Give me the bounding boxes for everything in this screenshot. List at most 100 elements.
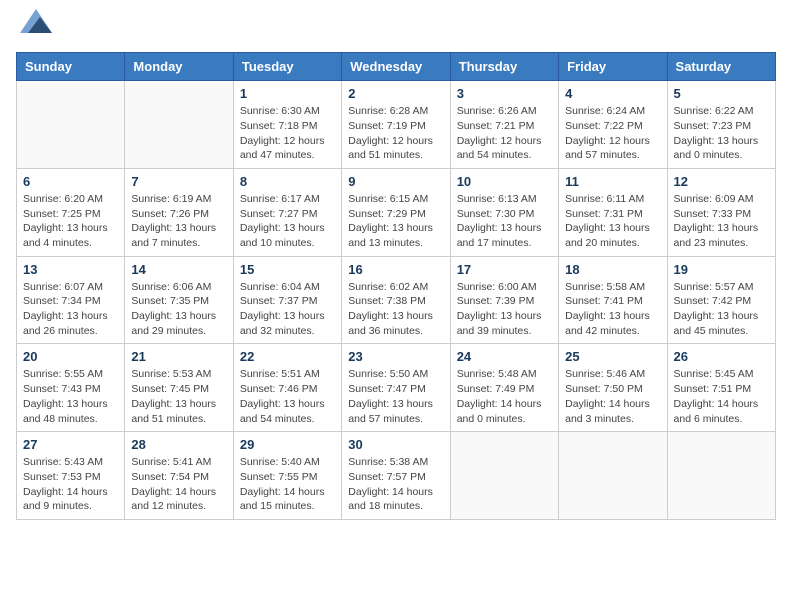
- day-number: 25: [565, 349, 660, 364]
- calendar-cell: 29 Sunrise: 5:40 AM Sunset: 7:55 PM Dayli…: [233, 432, 341, 520]
- calendar-week-1: 1 Sunrise: 6:30 AM Sunset: 7:18 PM Daylig…: [17, 81, 776, 169]
- day-number: 27: [23, 437, 118, 452]
- calendar-cell: 19 Sunrise: 5:57 AM Sunset: 7:42 PM Dayli…: [667, 256, 775, 344]
- day-info: Sunrise: 6:02 AM Sunset: 7:38 PM Dayligh…: [348, 280, 443, 339]
- day-number: 4: [565, 86, 660, 101]
- calendar-cell: 11 Sunrise: 6:11 AM Sunset: 7:31 PM Dayli…: [559, 168, 667, 256]
- calendar-cell: 3 Sunrise: 6:26 AM Sunset: 7:21 PM Daylig…: [450, 81, 558, 169]
- day-info: Sunrise: 5:58 AM Sunset: 7:41 PM Dayligh…: [565, 280, 660, 339]
- day-number: 9: [348, 174, 443, 189]
- calendar-cell: [17, 81, 125, 169]
- calendar-cell: 30Sunrise: 5:38 AM Sunset: 7:57 PM Dayli…: [342, 432, 450, 520]
- weekday-header-monday: Monday: [125, 53, 233, 81]
- calendar-cell: 10 Sunrise: 6:13 AM Sunset: 7:30 PM Dayli…: [450, 168, 558, 256]
- day-number: 5: [674, 86, 769, 101]
- day-number: 14: [131, 262, 226, 277]
- page-header: [16, 16, 776, 40]
- day-number: 6: [23, 174, 118, 189]
- calendar-cell: [450, 432, 558, 520]
- day-number: 20: [23, 349, 118, 364]
- day-info: Sunrise: 6:17 AM Sunset: 7:27 PM Dayligh…: [240, 192, 335, 251]
- day-info: Sunrise: 6:24 AM Sunset: 7:22 PM Dayligh…: [565, 104, 660, 163]
- calendar-cell: 23 Sunrise: 5:50 AM Sunset: 7:47 PM Dayli…: [342, 344, 450, 432]
- day-number: 15: [240, 262, 335, 277]
- day-number: 30: [348, 437, 443, 452]
- calendar-cell: 5Sunrise: 6:22 AM Sunset: 7:23 PM Daylig…: [667, 81, 775, 169]
- day-number: 12: [674, 174, 769, 189]
- weekday-header-friday: Friday: [559, 53, 667, 81]
- calendar-cell: 6 Sunrise: 6:20 AM Sunset: 7:25 PM Daylig…: [17, 168, 125, 256]
- calendar-cell: 9 Sunrise: 6:15 AM Sunset: 7:29 PM Daylig…: [342, 168, 450, 256]
- calendar-cell: 7 Sunrise: 6:19 AM Sunset: 7:26 PM Daylig…: [125, 168, 233, 256]
- weekday-header-sunday: Sunday: [17, 53, 125, 81]
- calendar-week-3: 13Sunrise: 6:07 AM Sunset: 7:34 PM Dayli…: [17, 256, 776, 344]
- day-number: 21: [131, 349, 226, 364]
- calendar-week-4: 20 Sunrise: 5:55 AM Sunset: 7:43 PM Dayli…: [17, 344, 776, 432]
- day-info: Sunrise: 6:13 AM Sunset: 7:30 PM Dayligh…: [457, 192, 552, 251]
- day-number: 16: [348, 262, 443, 277]
- day-info: Sunrise: 5:45 AM Sunset: 7:51 PM Dayligh…: [674, 367, 769, 426]
- day-info: Sunrise: 5:48 AM Sunset: 7:49 PM Dayligh…: [457, 367, 552, 426]
- weekday-header-wednesday: Wednesday: [342, 53, 450, 81]
- day-info: Sunrise: 6:09 AM Sunset: 7:33 PM Dayligh…: [674, 192, 769, 251]
- logo-icon: [20, 9, 52, 33]
- calendar-cell: 24Sunrise: 5:48 AM Sunset: 7:49 PM Dayli…: [450, 344, 558, 432]
- calendar-header-row: SundayMondayTuesdayWednesdayThursdayFrid…: [17, 53, 776, 81]
- calendar-cell: 8 Sunrise: 6:17 AM Sunset: 7:27 PM Daylig…: [233, 168, 341, 256]
- calendar-cell: [125, 81, 233, 169]
- calendar-cell: 28 Sunrise: 5:41 AM Sunset: 7:54 PM Dayli…: [125, 432, 233, 520]
- calendar-table: SundayMondayTuesdayWednesdayThursdayFrid…: [16, 52, 776, 520]
- day-info: Sunrise: 5:55 AM Sunset: 7:43 PM Dayligh…: [23, 367, 118, 426]
- day-info: Sunrise: 6:00 AM Sunset: 7:39 PM Dayligh…: [457, 280, 552, 339]
- logo: [16, 16, 52, 40]
- day-info: Sunrise: 5:41 AM Sunset: 7:54 PM Dayligh…: [131, 455, 226, 514]
- day-info: Sunrise: 6:04 AM Sunset: 7:37 PM Dayligh…: [240, 280, 335, 339]
- calendar-cell: 17Sunrise: 6:00 AM Sunset: 7:39 PM Dayli…: [450, 256, 558, 344]
- day-info: Sunrise: 6:30 AM Sunset: 7:18 PM Dayligh…: [240, 104, 335, 163]
- day-number: 29: [240, 437, 335, 452]
- day-number: 10: [457, 174, 552, 189]
- day-number: 19: [674, 262, 769, 277]
- day-number: 3: [457, 86, 552, 101]
- day-number: 13: [23, 262, 118, 277]
- day-info: Sunrise: 5:53 AM Sunset: 7:45 PM Dayligh…: [131, 367, 226, 426]
- day-number: 22: [240, 349, 335, 364]
- weekday-header-saturday: Saturday: [667, 53, 775, 81]
- day-number: 11: [565, 174, 660, 189]
- day-info: Sunrise: 6:28 AM Sunset: 7:19 PM Dayligh…: [348, 104, 443, 163]
- calendar-cell: 12 Sunrise: 6:09 AM Sunset: 7:33 PM Dayli…: [667, 168, 775, 256]
- day-info: Sunrise: 5:46 AM Sunset: 7:50 PM Dayligh…: [565, 367, 660, 426]
- day-info: Sunrise: 6:19 AM Sunset: 7:26 PM Dayligh…: [131, 192, 226, 251]
- calendar-cell: 2 Sunrise: 6:28 AM Sunset: 7:19 PM Daylig…: [342, 81, 450, 169]
- day-number: 28: [131, 437, 226, 452]
- calendar-cell: [667, 432, 775, 520]
- day-info: Sunrise: 6:06 AM Sunset: 7:35 PM Dayligh…: [131, 280, 226, 339]
- day-number: 1: [240, 86, 335, 101]
- calendar-cell: 1 Sunrise: 6:30 AM Sunset: 7:18 PM Daylig…: [233, 81, 341, 169]
- calendar-cell: 22 Sunrise: 5:51 AM Sunset: 7:46 PM Dayli…: [233, 344, 341, 432]
- day-info: Sunrise: 6:26 AM Sunset: 7:21 PM Dayligh…: [457, 104, 552, 163]
- day-info: Sunrise: 5:50 AM Sunset: 7:47 PM Dayligh…: [348, 367, 443, 426]
- day-info: Sunrise: 6:15 AM Sunset: 7:29 PM Dayligh…: [348, 192, 443, 251]
- weekday-header-thursday: Thursday: [450, 53, 558, 81]
- day-number: 23: [348, 349, 443, 364]
- day-number: 26: [674, 349, 769, 364]
- calendar-cell: 4 Sunrise: 6:24 AM Sunset: 7:22 PM Daylig…: [559, 81, 667, 169]
- day-info: Sunrise: 6:11 AM Sunset: 7:31 PM Dayligh…: [565, 192, 660, 251]
- calendar-cell: 16 Sunrise: 6:02 AM Sunset: 7:38 PM Dayli…: [342, 256, 450, 344]
- calendar-cell: 15 Sunrise: 6:04 AM Sunset: 7:37 PM Dayli…: [233, 256, 341, 344]
- day-number: 18: [565, 262, 660, 277]
- day-number: 8: [240, 174, 335, 189]
- day-number: 7: [131, 174, 226, 189]
- day-info: Sunrise: 5:43 AM Sunset: 7:53 PM Dayligh…: [23, 455, 118, 514]
- day-info: Sunrise: 5:57 AM Sunset: 7:42 PM Dayligh…: [674, 280, 769, 339]
- day-info: Sunrise: 5:40 AM Sunset: 7:55 PM Dayligh…: [240, 455, 335, 514]
- day-number: 2: [348, 86, 443, 101]
- calendar-cell: [559, 432, 667, 520]
- day-info: Sunrise: 6:20 AM Sunset: 7:25 PM Dayligh…: [23, 192, 118, 251]
- calendar-cell: 13Sunrise: 6:07 AM Sunset: 7:34 PM Dayli…: [17, 256, 125, 344]
- day-info: Sunrise: 5:51 AM Sunset: 7:46 PM Dayligh…: [240, 367, 335, 426]
- calendar-cell: 20 Sunrise: 5:55 AM Sunset: 7:43 PM Dayli…: [17, 344, 125, 432]
- weekday-header-tuesday: Tuesday: [233, 53, 341, 81]
- calendar-week-2: 6 Sunrise: 6:20 AM Sunset: 7:25 PM Daylig…: [17, 168, 776, 256]
